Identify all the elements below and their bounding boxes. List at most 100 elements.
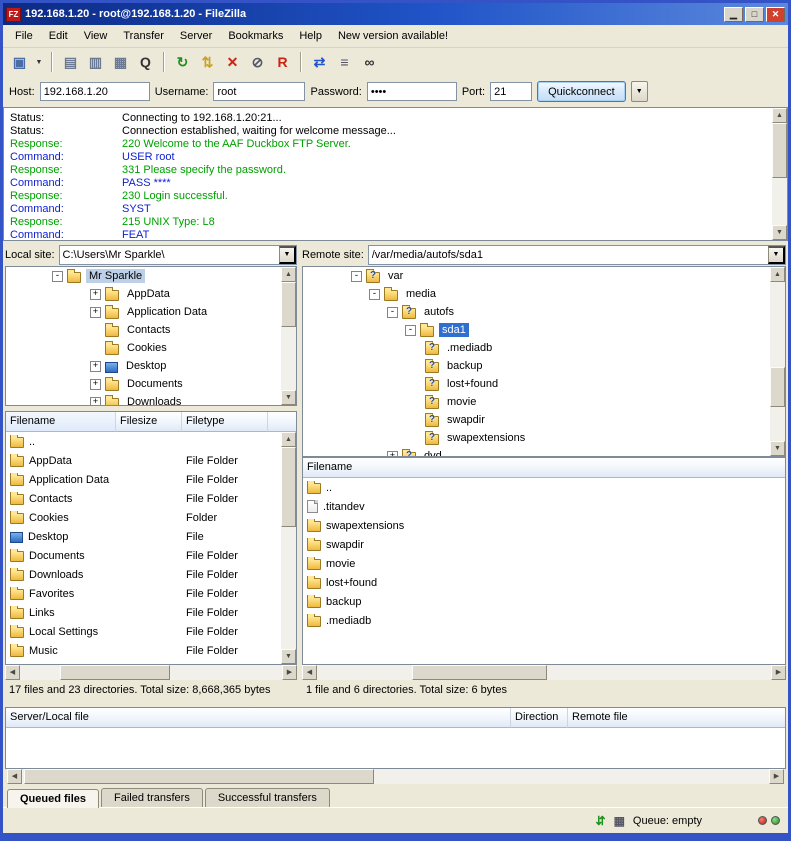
remote-site-dropdown-icon[interactable]: ▼ bbox=[768, 246, 785, 264]
filename-column-header[interactable]: Filename bbox=[6, 412, 116, 432]
scrollbar-thumb[interactable] bbox=[281, 447, 296, 527]
collapse-icon[interactable] bbox=[52, 271, 63, 282]
directory-comparison-icon[interactable]: ≡ bbox=[333, 51, 356, 73]
find-files-icon[interactable]: ∞ bbox=[358, 51, 381, 73]
port-input[interactable] bbox=[490, 82, 532, 101]
file-row[interactable]: .. bbox=[303, 478, 785, 497]
reconnect-icon[interactable]: R bbox=[271, 51, 294, 73]
tree-item[interactable]: var bbox=[303, 267, 785, 285]
toggle-queue-icon[interactable]: Q bbox=[134, 51, 157, 73]
tree-item[interactable]: dvd bbox=[303, 447, 785, 457]
tree-item-label[interactable]: Downloads bbox=[124, 395, 184, 406]
tree-item-label[interactable]: autofs bbox=[421, 305, 457, 319]
tree-item-label[interactable]: movie bbox=[444, 395, 479, 409]
file-row[interactable]: AppDataFile Folder bbox=[6, 451, 296, 470]
expand-icon[interactable] bbox=[90, 307, 101, 318]
file-row[interactable]: .titandev bbox=[303, 497, 785, 516]
file-row[interactable]: ContactsFile Folder bbox=[6, 489, 296, 508]
scroll-left-icon[interactable]: ◀ bbox=[302, 665, 317, 680]
tree-item[interactable]: Contacts bbox=[6, 321, 296, 339]
menu-new-version[interactable]: New version available! bbox=[330, 27, 456, 45]
file-row[interactable]: swapdir bbox=[303, 535, 785, 554]
collapse-icon[interactable] bbox=[405, 325, 416, 336]
scroll-up-icon[interactable]: ▲ bbox=[281, 267, 296, 282]
username-input[interactable] bbox=[213, 82, 305, 101]
collapse-icon[interactable] bbox=[369, 289, 380, 300]
tree-item[interactable]: Mr Sparkle bbox=[6, 267, 296, 285]
quickconnect-button[interactable]: Quickconnect bbox=[537, 81, 626, 102]
toggle-remote-tree-icon[interactable]: ▦ bbox=[109, 51, 132, 73]
file-row[interactable]: movie bbox=[303, 554, 785, 573]
tree-item[interactable]: media bbox=[303, 285, 785, 303]
password-input[interactable] bbox=[367, 82, 457, 101]
tab-queued-files[interactable]: Queued files bbox=[7, 789, 99, 808]
tree-item[interactable]: Application Data bbox=[6, 303, 296, 321]
tree-item[interactable]: Desktop bbox=[6, 357, 296, 375]
tree-item[interactable]: autofs bbox=[303, 303, 785, 321]
refresh-icon[interactable]: ↻ bbox=[171, 51, 194, 73]
tree-item[interactable]: lost+found bbox=[303, 375, 785, 393]
tree-item-label[interactable]: Documents bbox=[124, 377, 186, 391]
scrollbar-thumb[interactable] bbox=[770, 367, 785, 407]
tree-item-label[interactable]: .mediadb bbox=[444, 341, 495, 355]
scrollbar-thumb[interactable] bbox=[772, 123, 787, 178]
site-manager-dropdown-icon[interactable]: ▼ bbox=[33, 51, 45, 73]
file-row[interactable]: lost+found bbox=[303, 573, 785, 592]
tab-successful-transfers[interactable]: Successful transfers bbox=[205, 788, 330, 807]
remote-tree-vertical-scrollbar[interactable]: ▲ ▼ bbox=[770, 267, 785, 456]
tree-item-label[interactable]: lost+found bbox=[444, 377, 501, 391]
file-row[interactable]: DesktopFile bbox=[6, 527, 296, 546]
menu-edit[interactable]: Edit bbox=[41, 27, 76, 45]
host-input[interactable] bbox=[40, 82, 150, 101]
expand-icon[interactable] bbox=[387, 451, 398, 458]
queue-column-remote-file[interactable]: Remote file bbox=[568, 708, 785, 728]
panel-icon[interactable]: ▦ bbox=[614, 814, 625, 828]
scroll-right-icon[interactable]: ▶ bbox=[771, 665, 786, 680]
updown-arrows-icon[interactable]: ⇵ bbox=[596, 814, 606, 828]
filename-column-header[interactable]: Filename bbox=[303, 458, 785, 478]
tree-item-label[interactable]: var bbox=[385, 269, 406, 283]
tree-item-label[interactable]: Cookies bbox=[124, 341, 170, 355]
remote-list-horizontal-scrollbar[interactable]: ◀ ▶ bbox=[302, 665, 786, 680]
maximize-button[interactable]: □ bbox=[745, 7, 764, 22]
toggle-local-tree-icon[interactable]: ▥ bbox=[84, 51, 107, 73]
file-row[interactable]: .. bbox=[6, 432, 296, 451]
tree-item[interactable]: Documents bbox=[6, 375, 296, 393]
scroll-up-icon[interactable]: ▲ bbox=[281, 432, 296, 447]
menu-file[interactable]: File bbox=[7, 27, 41, 45]
tree-item[interactable]: .mediadb bbox=[303, 339, 785, 357]
filetype-column-header[interactable]: Filetype bbox=[182, 412, 268, 432]
scroll-down-icon[interactable]: ▼ bbox=[772, 225, 787, 240]
tree-item[interactable]: Downloads bbox=[6, 393, 296, 406]
collapse-icon[interactable] bbox=[387, 307, 398, 318]
tree-item-label[interactable]: Mr Sparkle bbox=[86, 269, 145, 283]
menu-view[interactable]: View bbox=[76, 27, 116, 45]
scroll-down-icon[interactable]: ▼ bbox=[281, 649, 296, 664]
synchronized-transfer-icon[interactable]: ⇄ bbox=[308, 51, 331, 73]
cancel-icon[interactable]: ✕ bbox=[221, 51, 244, 73]
toggle-message-log-icon[interactable]: ▤ bbox=[59, 51, 82, 73]
collapse-icon[interactable] bbox=[351, 271, 362, 282]
scrollbar-thumb[interactable] bbox=[24, 769, 374, 784]
queue-body[interactable] bbox=[5, 728, 786, 769]
scroll-up-icon[interactable]: ▲ bbox=[772, 108, 787, 123]
menu-bookmarks[interactable]: Bookmarks bbox=[220, 27, 291, 45]
file-row[interactable]: Application DataFile Folder bbox=[6, 470, 296, 489]
tree-item-label[interactable]: dvd bbox=[421, 449, 445, 457]
tree-item[interactable]: backup bbox=[303, 357, 785, 375]
expand-icon[interactable] bbox=[90, 361, 101, 372]
tree-item[interactable]: swapdir bbox=[303, 411, 785, 429]
local-list-vertical-scrollbar[interactable]: ▲ ▼ bbox=[281, 432, 296, 664]
tree-item[interactable]: AppData bbox=[6, 285, 296, 303]
quickconnect-dropdown-icon[interactable]: ▼ bbox=[631, 81, 648, 102]
scroll-right-icon[interactable]: ▶ bbox=[282, 665, 297, 680]
tree-item[interactable]: Cookies bbox=[6, 339, 296, 357]
tree-item[interactable]: swapextensions bbox=[303, 429, 785, 447]
local-site-dropdown-icon[interactable]: ▼ bbox=[279, 246, 296, 264]
tree-item-label[interactable]: AppData bbox=[124, 287, 173, 301]
scrollbar-thumb[interactable] bbox=[60, 665, 170, 680]
process-queue-icon[interactable]: ⇅ bbox=[196, 51, 219, 73]
file-row[interactable]: backup bbox=[303, 592, 785, 611]
tree-item-label[interactable]: swapdir bbox=[444, 413, 488, 427]
queue-horizontal-scrollbar[interactable]: ◀ ▶ bbox=[7, 769, 784, 784]
